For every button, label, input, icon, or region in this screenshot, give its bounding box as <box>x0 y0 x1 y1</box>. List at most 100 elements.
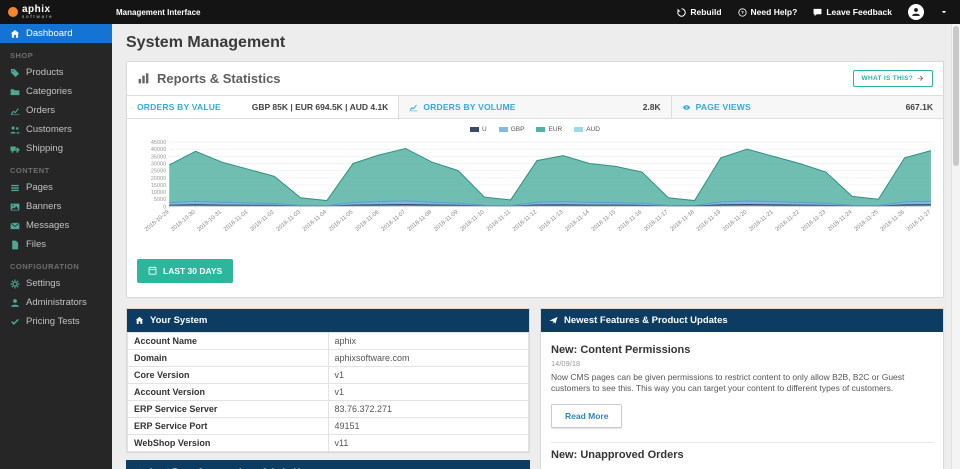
what-is-this-label: WHAT IS THIS? <box>861 75 913 82</box>
tab-orders-by-volume-label: ORDERS BY VOLUME <box>409 102 515 112</box>
last-page-card: Last Page Accessed per Admin User <box>126 459 530 469</box>
sidebar-item-label: Banners <box>26 201 62 212</box>
svg-text:2018-10-29: 2018-10-29 <box>144 209 171 233</box>
legend-label: U <box>482 126 487 133</box>
system-row-value: v1 <box>327 382 529 401</box>
system-table-row: ERP Service Port 49151 <box>127 416 529 435</box>
system-row-value: aphixsoftware.com <box>327 348 529 367</box>
logo-subtext: software <box>22 13 54 19</box>
sidebar: Dashboard SHOP Products Categories Orders Cus… <box>0 24 112 469</box>
need-help-button[interactable]: ? Need Help? <box>737 7 797 17</box>
what-is-this-button[interactable]: WHAT IS THIS? <box>852 70 933 87</box>
last-30-days-label: LAST 30 DAYS <box>163 265 223 276</box>
tab-orders-by-value-label: ORDERS BY VALUE <box>137 102 221 112</box>
sidebar-item-files[interactable]: Files <box>0 235 112 254</box>
chart-icon <box>10 106 20 116</box>
scrollbar-thumb[interactable] <box>953 26 959 166</box>
svg-text:2018-11-14: 2018-11-14 <box>564 209 591 233</box>
svg-text:2018-11-24: 2018-11-24 <box>827 209 854 233</box>
main-content: System Management Reports & Statistics W… <box>112 24 960 469</box>
user-icon <box>10 298 20 308</box>
system-row-label: Account Name <box>127 331 329 350</box>
aphix-logo[interactable]: aphix software <box>0 4 112 20</box>
last-30-days-button[interactable]: LAST 30 DAYS <box>137 258 234 283</box>
legend-item-aud: AUD <box>574 126 600 133</box>
check-icon <box>10 317 20 327</box>
system-table-row: Domain aphixsoftware.com <box>127 348 529 367</box>
svg-text:2018-11-16: 2018-11-16 <box>617 209 643 232</box>
sidebar-item-messages[interactable]: Messages <box>0 216 112 235</box>
system-info-table: Account Name aphix Domain aphixsoftware.com… <box>127 331 529 452</box>
tab-page-views-value: 667.1K <box>905 102 933 112</box>
legend-item-gbp: GBP <box>498 126 524 133</box>
page-title: System Management <box>126 34 286 51</box>
tab-orders-by-value[interactable]: ORDERS BY VALUE GBP 85K | EUR 694.5K | A… <box>127 96 399 118</box>
svg-text:5000: 5000 <box>154 197 166 203</box>
report-tabs: ORDERS BY VALUE GBP 85K | EUR 694.5K | A… <box>127 95 943 119</box>
sidebar-item-dashboard[interactable]: Dashboard <box>0 24 112 43</box>
sidebar-item-label: Orders <box>26 105 56 116</box>
system-row-label: ERP Service Server <box>127 399 329 418</box>
sidebar-item-orders[interactable]: Orders <box>0 101 112 120</box>
system-row-value: 49151 <box>327 416 529 435</box>
sidebar-item-shipping[interactable]: Shipping <box>0 139 112 158</box>
person-icon <box>911 7 921 17</box>
sidebar-item-customers[interactable]: Customers <box>0 120 112 139</box>
svg-text:2018-11-02: 2018-11-02 <box>249 209 275 232</box>
sidebar-item-label: Settings <box>26 278 61 289</box>
user-avatar[interactable] <box>908 4 924 20</box>
sidebar-section-configuration: CONFIGURATION <box>10 262 80 271</box>
list-icon <box>10 183 20 193</box>
tab-orders-by-value-value: GBP 85K | EUR 694.5K | AUD 4.1K <box>251 102 389 112</box>
divider <box>551 442 933 444</box>
chevron-down-icon[interactable] <box>940 8 948 16</box>
speech-bubble-icon <box>813 8 822 17</box>
truck-icon <box>10 144 20 154</box>
sidebar-item-label: Files <box>26 239 47 250</box>
system-row-value: 83.76.372.271 <box>327 399 529 418</box>
envelope-icon <box>10 221 20 231</box>
sidebar-item-administrators[interactable]: Administrators <box>0 293 112 312</box>
read-more-button[interactable]: Read More <box>551 404 623 429</box>
eye-icon <box>682 103 691 112</box>
svg-text:30000: 30000 <box>151 161 166 167</box>
updates-header: Newest Features & Product Updates <box>541 308 943 332</box>
scrollbar-track[interactable] <box>951 24 960 469</box>
svg-text:2018-11-25: 2018-11-25 <box>853 209 879 232</box>
update-heading: New: Unapproved Orders <box>551 449 684 462</box>
svg-text:2018-11-18: 2018-11-18 <box>670 209 696 232</box>
system-table-row: Account Name aphix <box>127 331 529 350</box>
sidebar-item-pages[interactable]: Pages <box>0 178 112 197</box>
sidebar-item-settings[interactable]: Settings <box>0 274 112 293</box>
system-row-label: Domain <box>127 348 329 367</box>
sidebar-item-label: Administrators <box>26 297 87 308</box>
sidebar-item-products[interactable]: Products <box>0 63 112 82</box>
sidebar-item-pricing-tests[interactable]: Pricing Tests <box>0 312 112 331</box>
home-icon <box>10 29 20 39</box>
chart-legend: U GBP EUR AUD <box>133 126 937 133</box>
legend-item-u: U <box>470 126 487 133</box>
sidebar-item-categories[interactable]: Categories <box>0 82 112 101</box>
system-row-label: ERP Service Port <box>127 416 329 435</box>
image-icon <box>10 202 20 212</box>
legend-item-eur: EUR <box>536 126 562 133</box>
rebuild-button[interactable]: Rebuild <box>677 7 722 17</box>
tab-page-views[interactable]: PAGE VIEWS 667.1K <box>670 96 943 118</box>
sidebar-section-shop: SHOP <box>10 51 34 60</box>
topbar: aphix software Management Interface Rebu… <box>0 0 960 24</box>
updates-card: Newest Features & Product Updates New: C… <box>540 307 944 469</box>
calendar-icon <box>148 266 157 275</box>
sidebar-item-banners[interactable]: Banners <box>0 197 112 216</box>
topbar-subtitle: Management Interface <box>116 7 201 17</box>
update-date: 14/09/18 <box>551 358 581 368</box>
tag-icon <box>10 68 20 78</box>
orders-by-value-chart: 0500010000150002000025000300003500040000… <box>144 140 932 233</box>
tab-orders-by-volume[interactable]: ORDERS BY VOLUME 2.8K <box>398 96 671 118</box>
svg-text:20000: 20000 <box>151 176 166 182</box>
svg-text:2018-11-19: 2018-11-19 <box>696 209 722 232</box>
svg-text:2018-11-07: 2018-11-07 <box>381 209 407 232</box>
chart-area: U GBP EUR AUD 0 5000 10000 15000 20000 25000 3000… <box>127 119 943 253</box>
leave-feedback-button[interactable]: Leave Feedback <box>813 7 892 17</box>
sidebar-item-label: Dashboard <box>26 28 73 39</box>
system-row-label: WebShop Version <box>127 433 329 452</box>
